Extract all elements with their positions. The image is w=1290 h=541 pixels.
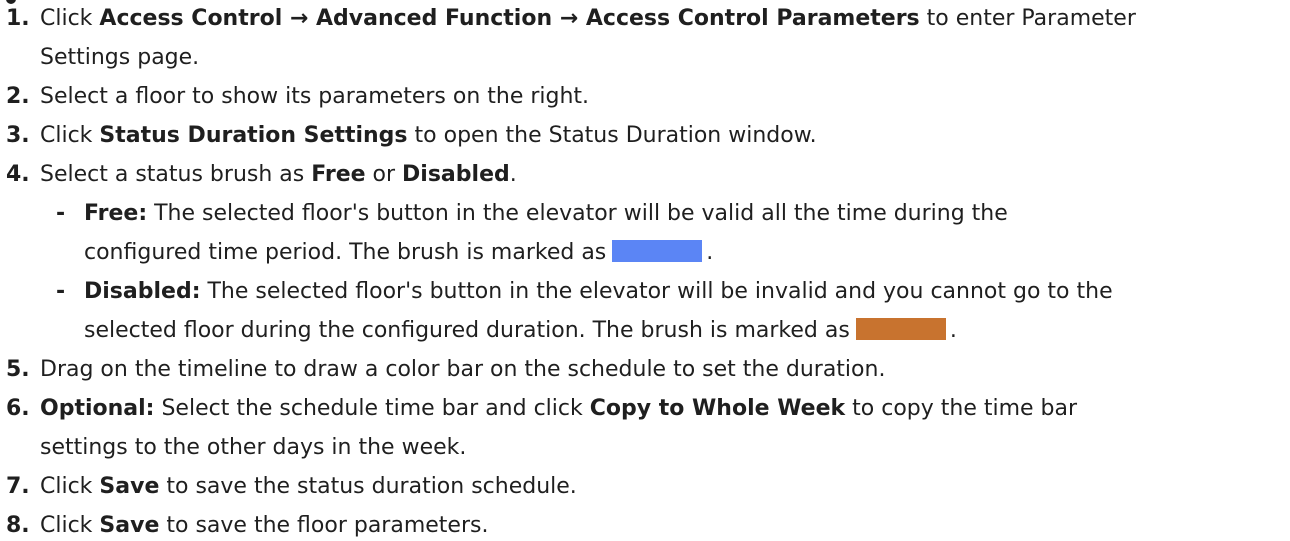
step-number: 7. — [6, 474, 30, 499]
text-run: to save the floor parameters. — [159, 513, 489, 538]
text-run: Click — [40, 6, 100, 31]
text-run: Select a floor to show its parameters on… — [40, 84, 590, 109]
step-number: 1. — [6, 6, 30, 31]
bold-text: Copy to Whole Week — [589, 396, 846, 421]
step-number: 6. — [6, 396, 30, 421]
bold-text: Optional: — [40, 396, 155, 421]
text-run: Click — [40, 513, 100, 538]
sub-item: - Disabled: The selected floor's button i… — [56, 277, 1276, 307]
text-run: configured time period. The brush is mar… — [84, 240, 607, 265]
bullet-dash: - — [56, 201, 66, 226]
bold-text: Disabled — [402, 162, 510, 187]
step-item: 6. Optional: Select the schedule time bar… — [6, 394, 1281, 424]
step-number: 4. — [6, 162, 30, 187]
step-item: 3. Click Status Duration Settings to open… — [6, 121, 1281, 151]
instruction-document: 1. Click Access Control → Advanced Functi… — [0, 0, 1290, 539]
text-run: selected floor during the configured dur… — [84, 318, 850, 343]
sub-item-continuation: configured time period. The brush is mar… — [84, 238, 713, 268]
trailing-period: . — [706, 240, 714, 265]
step-continuation: Settings page. — [40, 43, 199, 73]
text-run: to save the status duration schedule. — [159, 474, 577, 499]
text-run: Click — [40, 474, 100, 499]
step-item: 4. Select a status brush as Free or Disab… — [6, 160, 1281, 190]
step-item: 5. Drag on the timeline to draw a color b… — [6, 355, 1281, 385]
text-run: Settings page. — [40, 45, 200, 70]
text-run: Drag on the timeline to draw a color bar… — [40, 357, 886, 382]
bold-text: Access Control → Advanced Function → Acc… — [99, 6, 920, 31]
bullet-dash: - — [56, 279, 66, 304]
text-run: Select a status brush as — [40, 162, 312, 187]
text-run: to open the Status Duration window. — [407, 123, 817, 148]
text-run: The selected floor's button in the eleva… — [200, 279, 1113, 304]
disabled-brush-swatch — [855, 318, 946, 340]
text-run: to enter Parameter — [919, 6, 1136, 31]
text-run: to copy the time bar — [845, 396, 1078, 421]
text-run: The selected floor's button in the eleva… — [147, 201, 1008, 226]
bold-text: Disabled: — [84, 279, 201, 304]
step-number: 3. — [6, 123, 30, 148]
text-run: . — [509, 162, 517, 187]
bold-text: Free: — [84, 201, 148, 226]
step-item: 8. Click Save to save the floor parameter… — [6, 511, 1281, 541]
trailing-period: . — [949, 318, 957, 343]
text-run: Click — [40, 123, 100, 148]
sub-item-continuation: selected floor during the configured dur… — [84, 316, 957, 346]
step-item: 1. Click Access Control → Advanced Functi… — [6, 4, 1281, 34]
step-item: 7. Click Save to save the status duration… — [6, 472, 1281, 502]
text-run: or — [365, 162, 403, 187]
step-number: 5. — [6, 357, 30, 382]
bold-text: Save — [99, 474, 160, 499]
sub-item: - Free: The selected floor's button in th… — [56, 199, 1276, 229]
step-number: 2. — [6, 84, 30, 109]
step-number: 8. — [6, 513, 30, 538]
text-run: settings to the other days in the week. — [40, 435, 467, 460]
text-run: Select the schedule time bar and click — [154, 396, 590, 421]
bold-text: Status Duration Settings — [99, 123, 408, 148]
bold-text: Free — [311, 162, 366, 187]
bold-text: Save — [99, 513, 160, 538]
step-continuation: settings to the other days in the week. — [40, 433, 466, 463]
free-brush-swatch — [612, 240, 703, 262]
step-item: 2. Select a floor to show its parameters … — [6, 82, 1281, 112]
